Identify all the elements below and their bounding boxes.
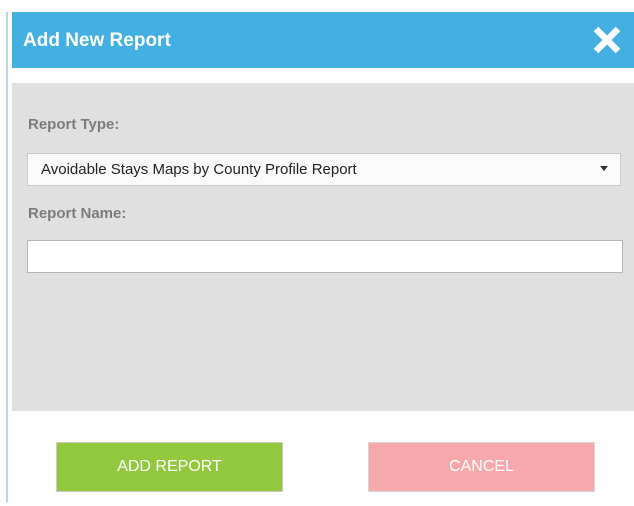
window-edge: [6, 12, 8, 502]
report-type-label: Report Type:: [28, 116, 120, 133]
dialog-title: Add New Report: [23, 30, 171, 51]
report-name-label: Report Name:: [28, 205, 127, 222]
caret-down-icon: [600, 166, 608, 171]
form-panel: Report Type: Avoidable Stays Maps by Cou…: [12, 83, 634, 411]
report-type-value: Avoidable Stays Maps by County Profile R…: [41, 161, 357, 178]
report-type-select[interactable]: Avoidable Stays Maps by County Profile R…: [27, 153, 621, 186]
close-x-icon: [593, 26, 621, 54]
report-name-input[interactable]: [27, 240, 623, 273]
close-button[interactable]: [592, 25, 622, 55]
add-report-button[interactable]: ADD REPORT: [56, 442, 283, 492]
cancel-button[interactable]: CANCEL: [368, 442, 595, 492]
add-report-dialog: Add New Report Report Type: Avoidable St…: [12, 12, 634, 506]
dialog-header: Add New Report: [12, 12, 634, 68]
